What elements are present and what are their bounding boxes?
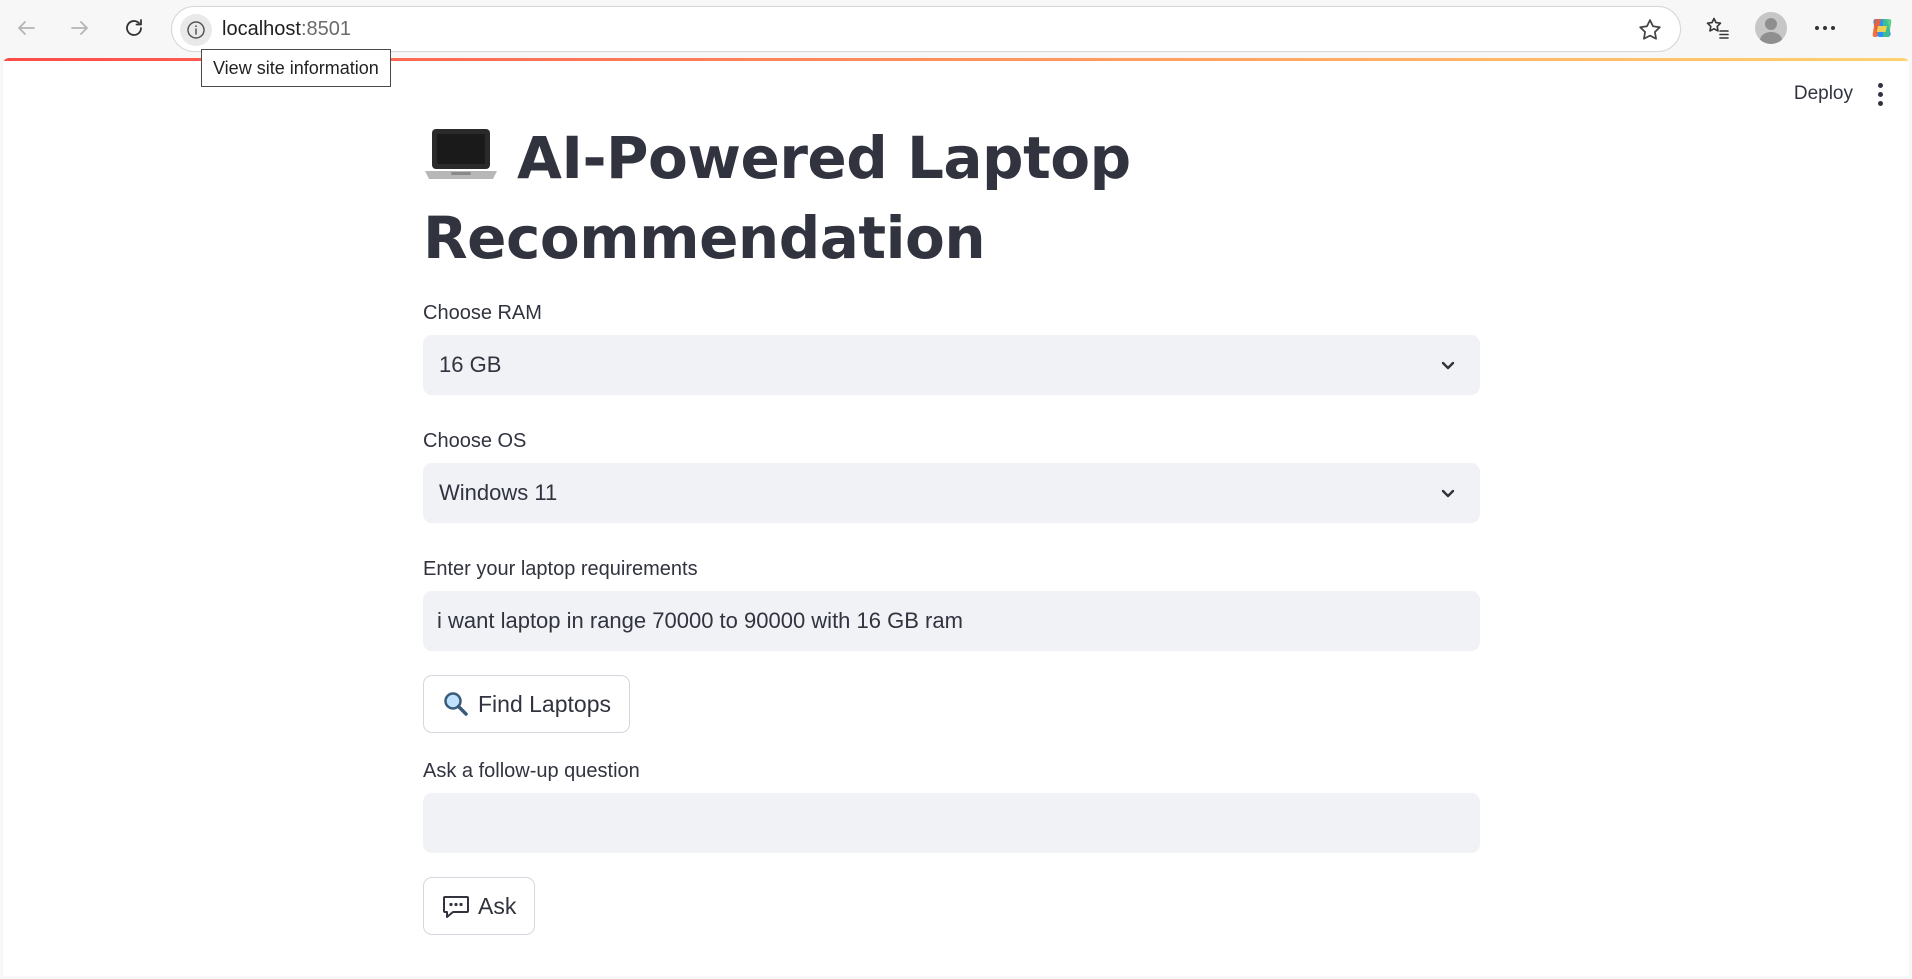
page-viewport: Deploy AI-Powered Laptop Recommendation … [3, 58, 1909, 976]
more-options-icon [1815, 26, 1835, 30]
site-info-icon [187, 21, 205, 39]
os-select-value: Windows 11 [439, 480, 558, 505]
url-port: :8501 [300, 18, 351, 40]
site-info-tooltip: View site information [201, 49, 391, 87]
back-icon [18, 21, 35, 35]
magnifier-icon [444, 692, 468, 716]
site-info-button[interactable] [180, 14, 212, 46]
page-title-text: AI-Powered Laptop Recommendation [423, 124, 1131, 272]
requirements-label: Enter your laptop requirements [423, 558, 698, 580]
favorites-button[interactable] [1700, 10, 1736, 46]
main-menu-button[interactable] [1867, 78, 1893, 110]
ram-select-value: 16 GB [439, 352, 502, 377]
followup-input[interactable] [423, 793, 1480, 853]
url-text[interactable]: localhost:8501 [222, 18, 351, 41]
forward-icon [71, 21, 88, 35]
chevron-down-icon [1441, 361, 1455, 370]
more-options-button[interactable] [1807, 10, 1843, 46]
chevron-down-icon [1441, 489, 1455, 498]
speech-bubble-icon [443, 896, 469, 918]
forward-button[interactable] [62, 10, 98, 46]
kebab-dot [1877, 91, 1883, 97]
address-bar[interactable]: localhost:8501 [171, 6, 1681, 52]
followup-label: Ask a follow-up question [423, 760, 640, 782]
deploy-button[interactable]: Deploy [1788, 78, 1859, 110]
main-content: AI-Powered Laptop Recommendation Choose … [423, 118, 1480, 935]
copilot-button[interactable] [1864, 10, 1900, 46]
profile-avatar-icon [1755, 12, 1787, 44]
find-laptops-button[interactable]: Find Laptops [423, 675, 630, 733]
os-label: Choose OS [423, 430, 527, 452]
requirements-input[interactable]: i want laptop in range 70000 to 90000 wi… [423, 591, 1480, 651]
favorite-button[interactable] [1636, 16, 1664, 44]
kebab-dot [1877, 100, 1883, 106]
favorite-star-icon [1639, 19, 1661, 40]
os-select[interactable]: Windows 11 [423, 463, 1480, 523]
kebab-menu-icon [1877, 82, 1883, 88]
back-button[interactable] [8, 10, 44, 46]
page-title: AI-Powered Laptop Recommendation [423, 118, 1480, 278]
copilot-icon [1872, 19, 1892, 37]
laptop-icon [425, 129, 497, 179]
find-laptops-label: Find Laptops [478, 690, 611, 717]
refresh-button[interactable] [116, 10, 152, 46]
profile-button[interactable] [1753, 10, 1789, 46]
ask-button-label: Ask [478, 892, 517, 919]
ram-select[interactable]: 16 GB [423, 335, 1480, 395]
ask-button[interactable]: Ask [423, 877, 536, 935]
url-host: localhost [222, 18, 301, 40]
refresh-icon [126, 19, 142, 36]
favorites-list-icon [1706, 17, 1729, 39]
ram-label: Choose RAM [423, 302, 542, 324]
